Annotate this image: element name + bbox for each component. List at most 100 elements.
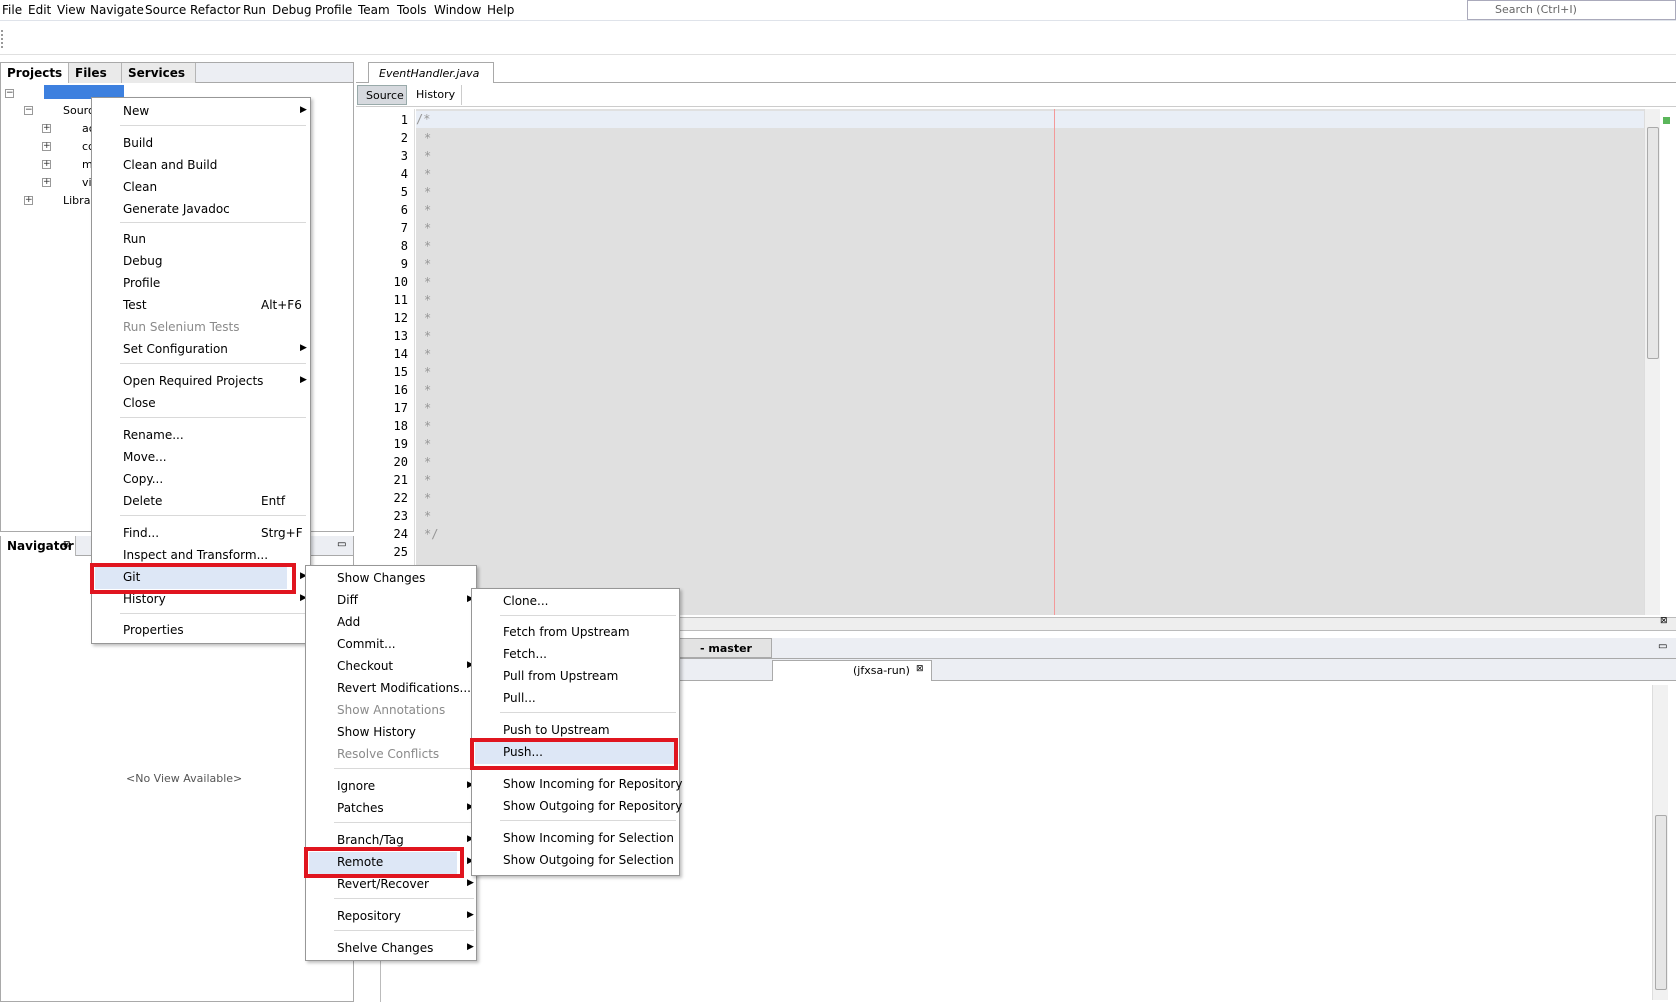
- menu-item-checkout[interactable]: Checkout▶: [306, 656, 476, 678]
- menu-item-clean[interactable]: Clean: [92, 177, 310, 199]
- search-input[interactable]: Search (Ctrl+I): [1467, 0, 1676, 20]
- code-comment-line: *: [424, 239, 432, 253]
- menu-item-new[interactable]: New ▶: [92, 101, 310, 123]
- editor-scrollbar[interactable]: [1644, 109, 1660, 615]
- expand-icon[interactable]: +: [42, 178, 51, 187]
- menu-item-pull-from-upstream[interactable]: Pull from Upstream: [472, 666, 679, 688]
- minimize-icon[interactable]: ▭: [337, 539, 346, 550]
- menu-item-clean-and-build[interactable]: Clean and Build: [92, 155, 310, 177]
- expand-icon[interactable]: +: [42, 124, 51, 133]
- menu-item-diff[interactable]: Diff▶: [306, 590, 476, 612]
- menu-item-test[interactable]: Test Alt+F6: [92, 295, 310, 317]
- close-icon[interactable]: ⊠: [1660, 616, 1668, 626]
- menu-tools[interactable]: Tools: [397, 3, 427, 17]
- separator: [120, 613, 306, 614]
- separator: [120, 363, 306, 364]
- menu-item-pull[interactable]: Pull...: [472, 688, 679, 710]
- menu-run[interactable]: Run: [243, 3, 266, 17]
- code-comment-line: *: [424, 185, 432, 199]
- menu-item-build[interactable]: Build: [92, 133, 310, 155]
- menu-bar: File Edit View Navigate Source Refactor …: [0, 0, 1676, 21]
- code-area[interactable]: [416, 109, 1644, 615]
- line-number: 18: [393, 419, 408, 433]
- menu-item-show-outgoing-repository[interactable]: Show Outgoing for Repository: [472, 796, 682, 818]
- code-comment-line: *: [424, 293, 432, 307]
- line-number: 3: [400, 149, 408, 163]
- line-number: 15: [393, 365, 408, 379]
- menu-edit[interactable]: Edit: [28, 3, 51, 17]
- menu-item-rename[interactable]: Rename...: [92, 425, 310, 447]
- menu-item-patches[interactable]: Patches▶: [306, 798, 476, 820]
- tab-eventhandler-java[interactable]: EventHandler.java: [368, 62, 494, 83]
- menu-debug[interactable]: Debug: [272, 3, 311, 17]
- collapse-icon[interactable]: −: [5, 89, 14, 98]
- menu-item-properties[interactable]: Properties: [92, 620, 310, 642]
- menu-item-copy[interactable]: Copy...: [92, 469, 310, 491]
- menu-item-set-configuration[interactable]: Set Configuration ▶: [92, 339, 310, 361]
- menu-item-close[interactable]: Close: [92, 393, 310, 415]
- menu-item-generate-javadoc[interactable]: Generate Javadoc: [92, 199, 310, 221]
- tab-files[interactable]: Files: [69, 63, 122, 83]
- menu-item-clone[interactable]: Clone...: [472, 591, 679, 613]
- menu-profile[interactable]: Profile: [315, 3, 352, 17]
- menu-item-show-changes[interactable]: Show Changes: [306, 568, 476, 590]
- menu-item-show-history[interactable]: Show History: [306, 722, 476, 744]
- menu-file[interactable]: File: [2, 3, 22, 17]
- tab-git-master[interactable]: - master: [679, 638, 772, 658]
- menu-item-commit[interactable]: Commit...: [306, 634, 476, 656]
- menu-team[interactable]: Team: [358, 3, 390, 17]
- menu-item-fetch-from-upstream[interactable]: Fetch from Upstream: [472, 622, 679, 644]
- menu-navigate[interactable]: Navigate: [90, 3, 144, 17]
- menu-item-open-required-projects[interactable]: Open Required Projects ▶: [92, 371, 310, 393]
- code-comment-open: /*: [416, 112, 431, 126]
- collapse-icon[interactable]: −: [24, 106, 33, 115]
- close-icon[interactable]: ⊠: [916, 664, 924, 674]
- menu-view[interactable]: View: [57, 3, 85, 17]
- menu-item-find[interactable]: Find... Strg+F: [92, 523, 310, 545]
- line-number: 23: [393, 509, 408, 523]
- menu-item-profile[interactable]: Profile: [92, 273, 310, 295]
- menu-item-fetch[interactable]: Fetch...: [472, 644, 679, 666]
- scrollbar-thumb[interactable]: [1655, 815, 1667, 990]
- menu-item-debug[interactable]: Debug: [92, 251, 310, 273]
- menu-item-show-incoming-repository[interactable]: Show Incoming for Repository: [472, 774, 682, 796]
- tree-node-source[interactable]: Sourc: [63, 104, 94, 117]
- menu-item-run[interactable]: Run: [92, 229, 310, 251]
- line-number: 22: [393, 491, 408, 505]
- menu-item-shelve-changes[interactable]: Shelve Changes ▶: [306, 938, 476, 960]
- menu-refactor[interactable]: Refactor: [190, 3, 240, 17]
- menu-item-add[interactable]: Add: [306, 612, 476, 634]
- output-scrollbar[interactable]: [1652, 685, 1668, 1000]
- line-number: 12: [393, 311, 408, 325]
- line-number: 7: [400, 221, 408, 235]
- menu-item-revert-modifications[interactable]: Revert Modifications...: [306, 678, 476, 700]
- tab-source[interactable]: Source: [357, 85, 407, 105]
- separator: [334, 822, 474, 823]
- menu-help[interactable]: Help: [487, 3, 514, 17]
- menu-window[interactable]: Window: [434, 3, 481, 17]
- line-number: 21: [393, 473, 408, 487]
- menu-source[interactable]: Source: [145, 3, 186, 17]
- menu-item-show-incoming-selection[interactable]: Show Incoming for Selection: [472, 828, 679, 850]
- menu-item-delete[interactable]: Delete Entf: [92, 491, 310, 513]
- scrollbar-thumb[interactable]: [1647, 127, 1659, 359]
- menu-item-repository[interactable]: Repository ▶: [306, 906, 476, 928]
- separator: [334, 930, 474, 931]
- menu-item-move[interactable]: Move...: [92, 447, 310, 469]
- code-comment-line: *: [424, 455, 432, 469]
- expand-icon[interactable]: +: [24, 196, 33, 205]
- git-submenu: Show Changes Diff▶ Add Commit... Checkou…: [305, 565, 477, 961]
- close-icon[interactable]: ⊠: [63, 540, 71, 550]
- tab-services[interactable]: Services: [122, 63, 196, 83]
- expand-icon[interactable]: +: [42, 160, 51, 169]
- menu-item-ignore[interactable]: Ignore▶: [306, 776, 476, 798]
- expand-icon[interactable]: +: [42, 142, 51, 151]
- minimize-icon[interactable]: ▭: [1658, 641, 1667, 652]
- tab-history[interactable]: History: [412, 85, 462, 105]
- menu-item-show-outgoing-selection[interactable]: Show Outgoing for Selection: [472, 850, 679, 872]
- tab-projects[interactable]: Projects: [1, 63, 69, 83]
- toolbar-grip[interactable]: [1, 30, 3, 48]
- separator: [500, 820, 676, 821]
- editor-toolbar: [356, 83, 1676, 107]
- tab-jfxsa-run[interactable]: (jfxsa-run): [772, 660, 932, 681]
